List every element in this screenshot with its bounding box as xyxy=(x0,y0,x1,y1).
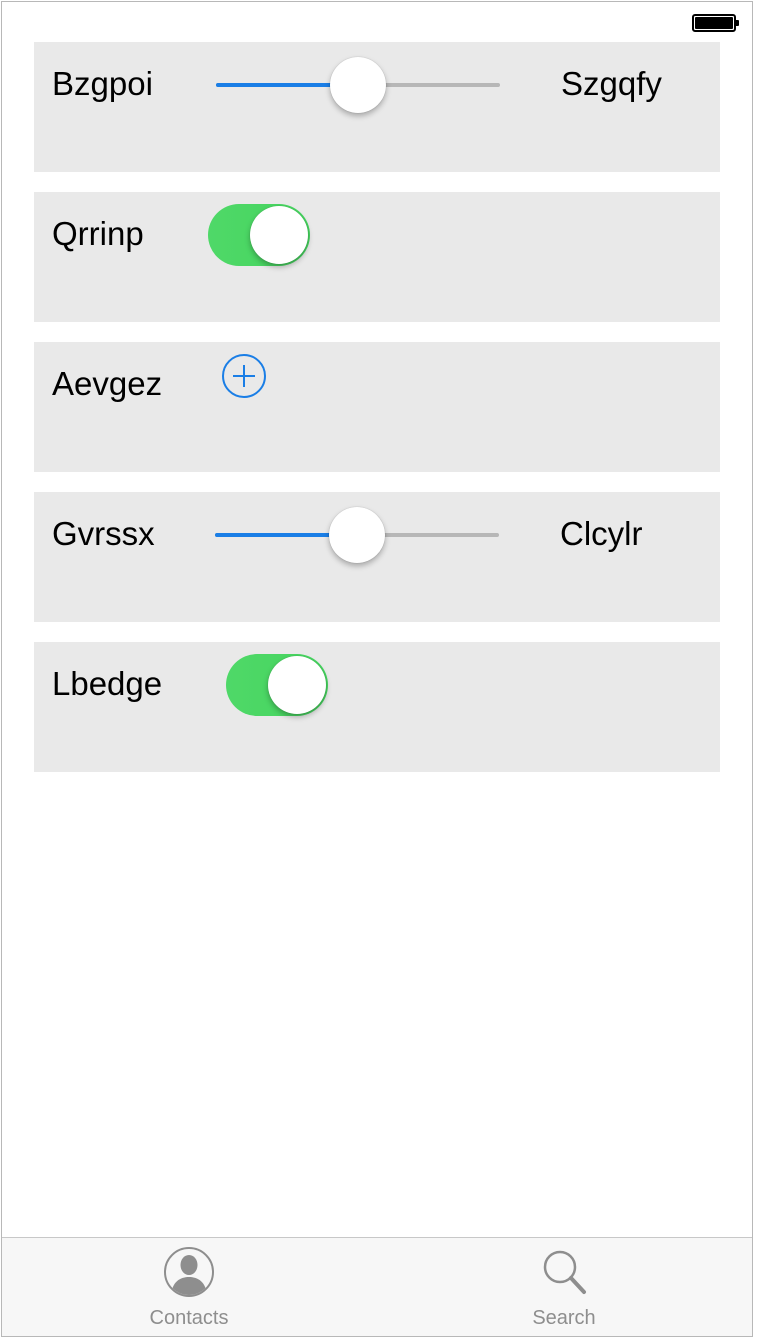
row-label: Qrrinp xyxy=(52,215,144,252)
slider[interactable] xyxy=(215,505,499,565)
tab-search[interactable]: Search xyxy=(494,1238,634,1336)
switch-knob xyxy=(250,206,308,264)
row-label: Gvrssx xyxy=(52,515,155,552)
slider[interactable] xyxy=(216,55,500,115)
toggle-switch[interactable] xyxy=(208,204,310,266)
phone-screen: Bzgpoi Szgqfy Qrrinp Aevgez Gvrssx Clcyl… xyxy=(1,1,753,1337)
tab-contacts[interactable]: Contacts xyxy=(119,1238,259,1336)
slider-value-label: Szgqfy xyxy=(561,65,662,102)
slider-value-label: Clcylr xyxy=(560,515,643,552)
plus-circle-icon[interactable] xyxy=(222,354,266,398)
slider-thumb[interactable] xyxy=(329,507,385,563)
contacts-icon xyxy=(164,1247,214,1297)
switch-row-lbedge: Lbedge xyxy=(34,642,720,772)
status-bar xyxy=(2,2,752,42)
slider-thumb[interactable] xyxy=(330,57,386,113)
add-row-aevgez: Aevgez xyxy=(34,342,720,472)
switch-row-qrrinp: Qrrinp xyxy=(34,192,720,322)
row-label: Lbedge xyxy=(52,665,163,702)
slider-row-bzgpoi: Bzgpoi Szgqfy xyxy=(34,42,720,172)
tab-label: Search xyxy=(532,1307,596,1329)
tab-label: Contacts xyxy=(149,1307,229,1329)
search-icon xyxy=(543,1250,586,1294)
row-label: Aevgez xyxy=(52,365,163,402)
battery-full-icon xyxy=(692,14,739,32)
tab-bar: Contacts Search xyxy=(2,1237,752,1336)
switch-knob xyxy=(268,656,326,714)
slider-row-gvrssx: Gvrssx Clcylr xyxy=(34,492,720,622)
toggle-switch[interactable] xyxy=(226,654,328,716)
row-label: Bzgpoi xyxy=(52,65,153,102)
